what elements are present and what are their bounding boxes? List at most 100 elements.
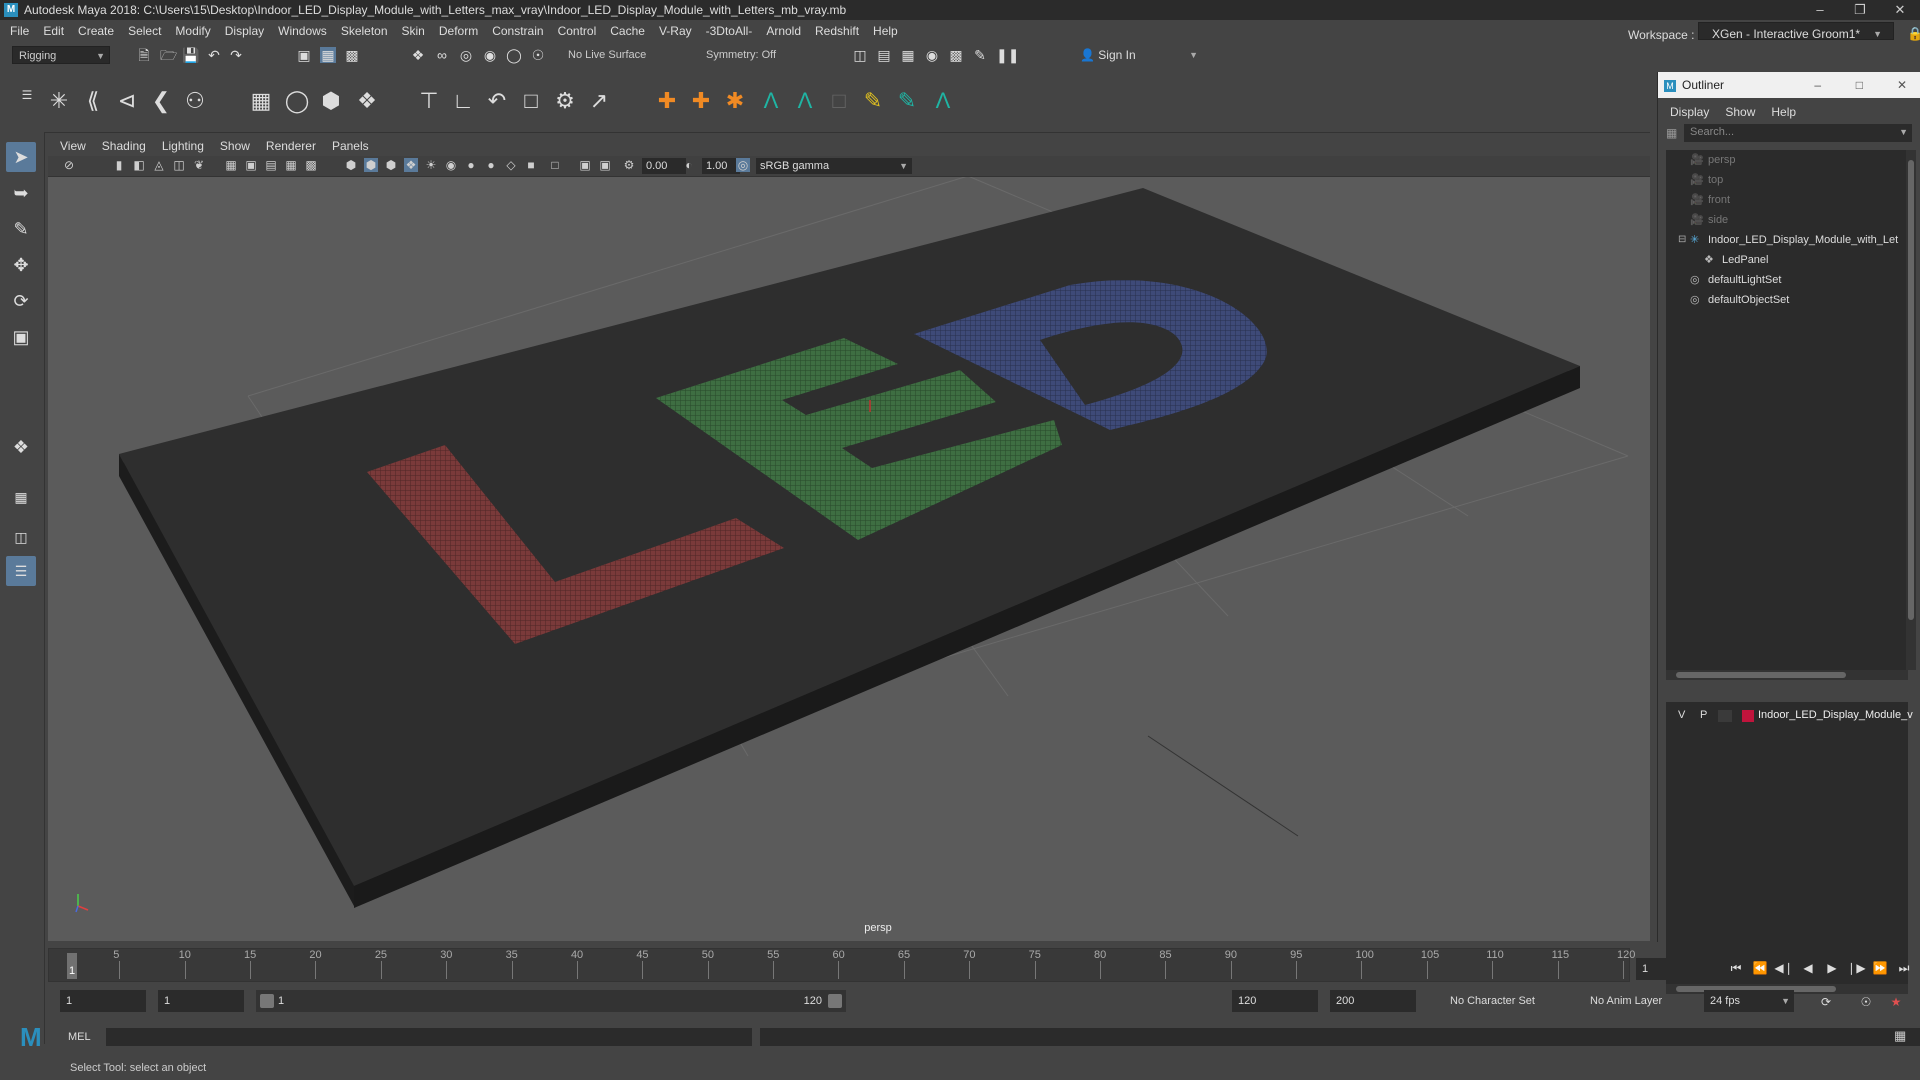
xray-active-icon[interactable]: ▣	[598, 158, 612, 172]
scene-end-field[interactable]: 200	[1330, 990, 1416, 1012]
new-scene-icon[interactable]: 🗎	[136, 47, 152, 63]
anim-prefs-icon[interactable]: ★	[1886, 992, 1906, 1012]
menu-v-ray[interactable]: V-Ray	[652, 20, 699, 42]
outliner-menu-display[interactable]: Display	[1662, 102, 1717, 122]
step-back-frame-icon[interactable]: ◀❘	[1774, 958, 1794, 978]
viewport-menu-renderer[interactable]: Renderer	[258, 136, 324, 156]
menu-help[interactable]: Help	[866, 20, 905, 42]
snap-grid-icon[interactable]: ❖	[410, 47, 426, 63]
camera-select-icon[interactable]: ⊘	[62, 158, 76, 172]
anti-alias-icon[interactable]: ◇	[504, 158, 518, 172]
resolution-gate-icon[interactable]: ❦	[192, 158, 206, 172]
scale-tool-icon[interactable]: ▣	[6, 322, 36, 352]
color-management-icon[interactable]: ◎	[736, 158, 750, 172]
expand-toggle-icon[interactable]: ⊟	[1678, 230, 1686, 250]
lattice-icon[interactable]: ⬢	[318, 88, 344, 114]
lasso-tool-icon[interactable]: ➥	[6, 178, 36, 208]
xray-icon[interactable]: ❖	[404, 158, 418, 172]
playback-end-field[interactable]: 120	[1232, 990, 1318, 1012]
exposure-field[interactable]: 0.00	[642, 158, 686, 174]
select-object-icon[interactable]: ▦	[320, 47, 336, 63]
gamma-icon[interactable]: ◐	[682, 158, 696, 172]
scene-start-field[interactable]: 1	[60, 990, 146, 1012]
render-sequence-icon[interactable]: ▤	[876, 47, 892, 63]
ik-spline-icon[interactable]: ⊲	[114, 88, 140, 114]
go-to-end-icon[interactable]: ⏭	[1894, 958, 1914, 978]
shadows-icon[interactable]: ◉	[444, 158, 458, 172]
menu-3dtoall[interactable]: -3DtoAll-	[699, 20, 760, 42]
anim-layer-dropdown[interactable]: No Anim Layer	[1584, 990, 1684, 1012]
snap-vertex-icon[interactable]: ☉	[530, 47, 546, 63]
sign-in-button[interactable]: 👤 Sign In ▼	[1080, 46, 1198, 64]
point-constraint-icon[interactable]: ⊤	[416, 88, 442, 114]
paint-select-icon[interactable]: ✎	[6, 214, 36, 244]
ik-handle-icon[interactable]: ⟪	[80, 88, 106, 114]
outliner-menu-show[interactable]: Show	[1717, 102, 1763, 122]
menu-deform[interactable]: Deform	[432, 20, 485, 42]
wireframe-icon[interactable]: ▦	[284, 158, 298, 172]
script-editor-icon[interactable]: ▦	[1894, 1028, 1906, 1044]
color-space-dropdown[interactable]: sRGB gamma ▼	[756, 158, 912, 174]
step-back-key-icon[interactable]: ⏪	[1750, 958, 1770, 978]
isolate-select-icon[interactable]: □	[548, 158, 562, 172]
cluster-icon[interactable]: ❖	[354, 88, 380, 114]
viewport-panel[interactable]: persp	[48, 136, 1650, 941]
lock-icon[interactable]: 🔒	[1900, 23, 1920, 45]
outliner-search-input[interactable]: Search... ▼	[1684, 124, 1912, 142]
auto-key-icon[interactable]: ☉	[1856, 992, 1876, 1012]
locator-icon[interactable]: ✚	[654, 88, 680, 114]
smooth-shade-icon[interactable]: ▩	[304, 158, 318, 172]
restore-button[interactable]: ❐	[1840, 0, 1880, 20]
layer-visibility-toggle[interactable]: V	[1678, 709, 1685, 721]
viewport-menu-view[interactable]: View	[52, 136, 94, 156]
quick-rig-icon[interactable]: ✎	[894, 88, 920, 114]
layer-row[interactable]: V P Indoor_LED_Display_Module_v	[1666, 706, 1913, 726]
joint-tool-icon[interactable]: ✳	[46, 88, 72, 114]
snap-point-icon[interactable]: ◎	[458, 47, 474, 63]
hik-control-icon[interactable]: Λ	[758, 88, 784, 114]
orient-constraint-icon[interactable]: ↶	[484, 88, 510, 114]
aim-constraint-icon[interactable]: ∟	[450, 88, 476, 114]
menu-constrain[interactable]: Constrain	[485, 20, 550, 42]
fps-dropdown[interactable]: 24 fps ▼	[1704, 990, 1794, 1012]
script-language-toggle[interactable]: MEL	[68, 1031, 91, 1043]
snap-together-icon[interactable]: ❖	[6, 432, 36, 462]
pause-icon[interactable]: ❚❚	[996, 47, 1019, 63]
workspace-dropdown[interactable]: XGen - Interactive Groom1* ▼	[1698, 22, 1894, 41]
wireframe-on-shaded-icon[interactable]: ⬢	[344, 158, 358, 172]
image-plane-icon[interactable]: ◧	[132, 158, 146, 172]
layer-color-swatch[interactable]	[1742, 710, 1754, 722]
lights-icon[interactable]: ☀	[424, 158, 438, 172]
paint-weights-icon[interactable]: ◯	[284, 88, 310, 114]
four-view-layout-icon[interactable]: ▦	[6, 482, 36, 512]
playback-start-field[interactable]: 1	[158, 990, 244, 1012]
hik-character-icon[interactable]: ✱	[722, 88, 748, 114]
outliner-item[interactable]: 🎥 persp	[1666, 150, 1908, 170]
character-set-dropdown[interactable]: No Character Set	[1444, 990, 1574, 1012]
select-component-icon[interactable]: ▩	[344, 47, 360, 63]
menu-create[interactable]: Create	[71, 20, 121, 42]
outliner-menu-help[interactable]: Help	[1763, 102, 1804, 122]
hypershade-icon[interactable]: ▩	[948, 47, 964, 63]
hik-icon[interactable]: Λ	[930, 88, 956, 114]
bookmark-icon[interactable]: ▮	[112, 158, 126, 172]
close-button[interactable]: ✕	[1897, 72, 1907, 98]
exposure-icon[interactable]: ⚙	[622, 158, 636, 172]
safe-action-icon[interactable]: ▣	[244, 158, 258, 172]
outliner-item[interactable]: ❖ LedPanel	[1666, 250, 1908, 270]
viewport-menu-lighting[interactable]: Lighting	[154, 136, 212, 156]
xray-joints-icon[interactable]: ▣	[578, 158, 592, 172]
motion-blur-icon[interactable]: ●	[484, 158, 498, 172]
film-gate-icon[interactable]: ◫	[172, 158, 186, 172]
menu-skeleton[interactable]: Skeleton	[334, 20, 395, 42]
open-scene-icon[interactable]: 🗁	[160, 47, 177, 63]
textured-icon[interactable]: ⬢	[384, 158, 398, 172]
viewport-menu-show[interactable]: Show	[212, 136, 258, 156]
add-locator-icon[interactable]: ✚	[688, 88, 714, 114]
step-forward-key-icon[interactable]: ⏩	[1870, 958, 1890, 978]
grid-toggle-icon[interactable]: ▦	[224, 158, 238, 172]
command-input[interactable]	[106, 1028, 752, 1046]
loop-icon[interactable]: ⟳	[1816, 992, 1836, 1012]
outliner-hscrollbar[interactable]	[1666, 670, 1908, 680]
menu-modify[interactable]: Modify	[168, 20, 217, 42]
